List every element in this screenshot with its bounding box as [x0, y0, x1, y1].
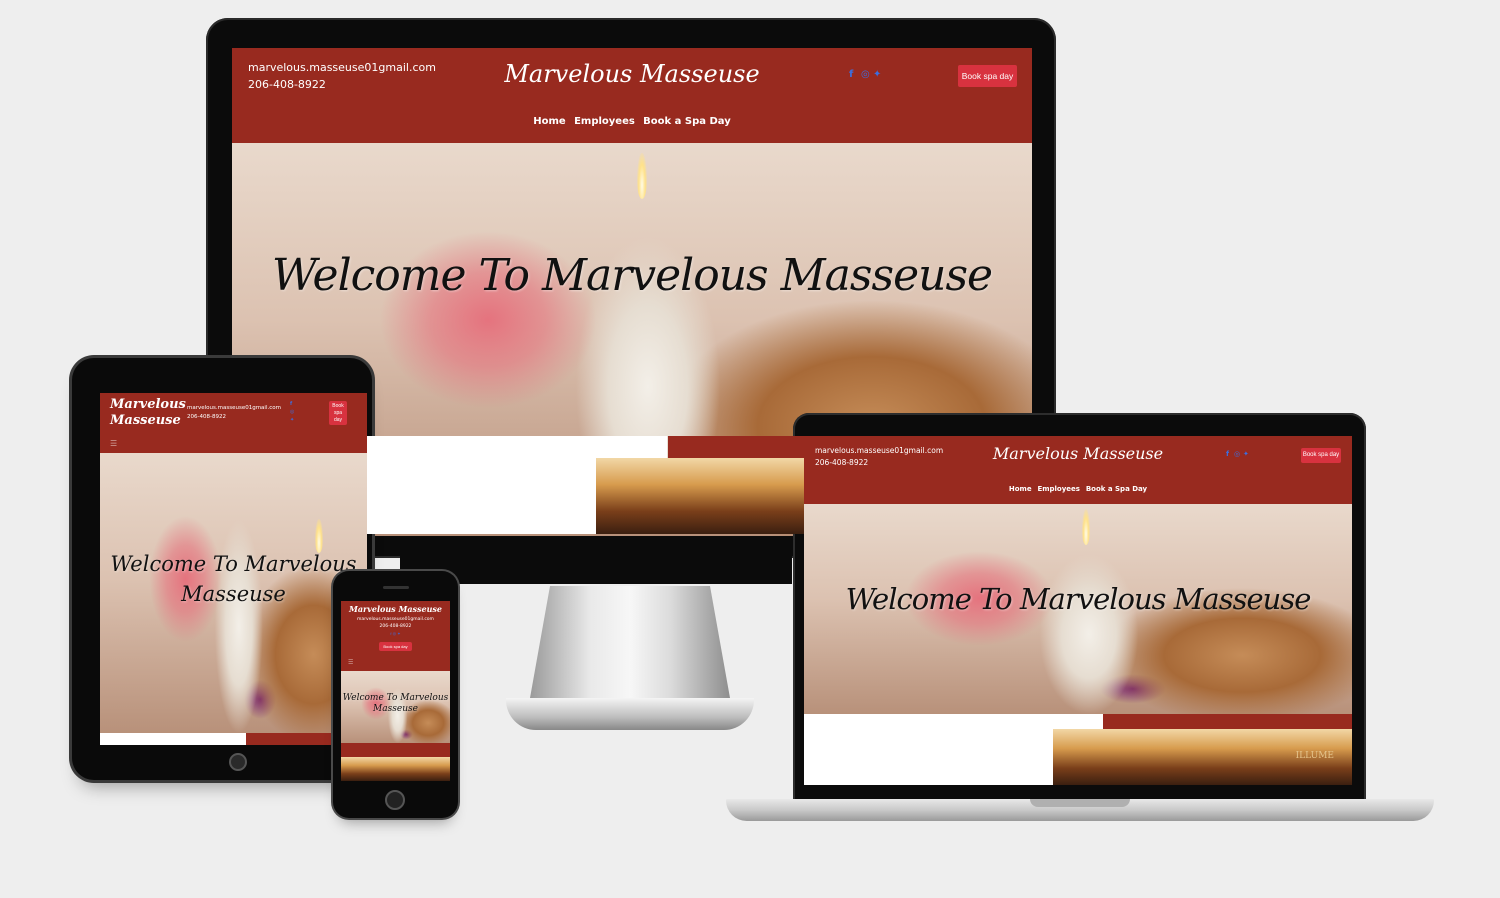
tablet-header: Marvelous Masseuse marvelous.masseuse01g… — [100, 393, 367, 453]
desktop-section-strip — [668, 436, 804, 458]
menu-icon[interactable]: ☰ — [110, 439, 117, 448]
laptop-header: marvelous.masseuse01gmail.com 206-408-89… — [804, 436, 1352, 504]
nav-home[interactable]: Home — [533, 116, 565, 127]
phone-section — [341, 743, 450, 757]
desktop-monitor-base — [506, 698, 754, 730]
twitter-icon[interactable]: ✦ — [397, 631, 400, 636]
twitter-icon[interactable]: ✦ — [873, 69, 881, 80]
nav-employees[interactable]: Employees — [1037, 485, 1080, 493]
nav-book-spa-day[interactable]: Book a Spa Day — [1086, 485, 1147, 493]
phone-room-image — [341, 757, 450, 781]
menu-icon[interactable]: ☰ — [348, 659, 353, 666]
desktop-hero-title: Welcome To Marvelous Masseuse — [271, 250, 993, 301]
tablet-brand-line-1[interactable]: Marvelous — [110, 397, 186, 412]
laptop-brand[interactable]: Marvelous Masseuse — [804, 444, 1352, 463]
desktop-brand[interactable]: Marvelous Masseuse — [232, 60, 1032, 88]
phone-book-button[interactable]: Book spa day — [379, 642, 412, 651]
tablet-email[interactable]: marvelous.masseuse01gmail.com — [187, 405, 281, 411]
instagram-icon[interactable]: ◎ — [1234, 450, 1240, 458]
tablet-hero-title-line-1: Welcome To Marvelous — [110, 552, 357, 576]
twitter-icon[interactable]: ✦ — [290, 417, 294, 423]
desktop-book-button[interactable]: Book spa day — [958, 65, 1017, 87]
desktop-monitor-chin — [400, 536, 792, 584]
facebook-icon[interactable]: f — [390, 631, 391, 636]
tablet-hero: Welcome To Marvelous Masseuse — [100, 453, 367, 733]
phone-brand[interactable]: Marvelous Masseuse — [341, 604, 450, 614]
phone-header: Marvelous Masseuse marvelous.masseuse01g… — [341, 601, 450, 671]
laptop-room-sign: ILLUME — [1295, 751, 1334, 761]
tablet-hero-title-line-2: Masseuse — [181, 582, 286, 606]
phone-home-button — [385, 790, 405, 810]
laptop-hero-title: Welcome To Marvelous Masseuse — [845, 582, 1312, 616]
desktop-nav: Home Employees Book a Spa Day — [232, 116, 1032, 127]
desktop-monitor-stand — [530, 586, 730, 698]
instagram-icon[interactable]: ◎ — [290, 409, 294, 415]
facebook-icon[interactable]: f — [290, 401, 292, 407]
laptop-hero: Welcome To Marvelous Masseuse — [804, 504, 1352, 714]
phone-hero-title-line-1: Welcome To Marvelous — [342, 693, 449, 703]
twitter-icon[interactable]: ✦ — [1243, 450, 1249, 458]
nav-employees[interactable]: Employees — [574, 116, 635, 127]
facebook-icon[interactable]: f — [849, 69, 853, 80]
laptop-hinge-notch — [1030, 799, 1130, 807]
tablet-phone[interactable]: 206-408-8922 — [187, 414, 226, 420]
phone-hero: Welcome To Marvelous Masseuse — [341, 671, 450, 743]
laptop-nav: Home Employees Book a Spa Day — [804, 485, 1352, 493]
tablet-home-button — [229, 753, 247, 771]
phone-phone[interactable]: 206-408-8922 — [341, 624, 450, 629]
phone-screen: Marvelous Masseuse marvelous.masseuse01g… — [341, 601, 450, 781]
desktop-header: marvelous.masseuse01gmail.com 206-408-89… — [232, 48, 1032, 143]
tablet-brand-line-2[interactable]: Masseuse — [110, 413, 181, 428]
laptop-book-button[interactable]: Book spa day — [1301, 448, 1341, 463]
laptop-section-strip — [1103, 714, 1352, 729]
instagram-icon[interactable]: ◎ — [861, 69, 870, 80]
laptop-screen: marvelous.masseuse01gmail.com 206-408-89… — [804, 436, 1352, 785]
nav-book-spa-day[interactable]: Book a Spa Day — [643, 116, 731, 127]
tablet-screen: Marvelous Masseuse marvelous.masseuse01g… — [100, 393, 367, 745]
instagram-icon[interactable]: ◎ — [393, 631, 397, 636]
phone-speaker — [383, 586, 409, 589]
desktop-room-image — [596, 458, 804, 534]
laptop-room-image: ILLUME — [1053, 729, 1352, 785]
phone-email[interactable]: marvelous.masseuse01gmail.com — [341, 617, 450, 622]
phone-social-icons: f ◎ ✦ — [341, 631, 450, 636]
tablet-book-button[interactable]: Book spa day — [329, 401, 347, 425]
phone-hero-title-line-2: Masseuse — [373, 704, 418, 714]
facebook-icon[interactable]: f — [1226, 450, 1229, 458]
nav-home[interactable]: Home — [1009, 485, 1032, 493]
